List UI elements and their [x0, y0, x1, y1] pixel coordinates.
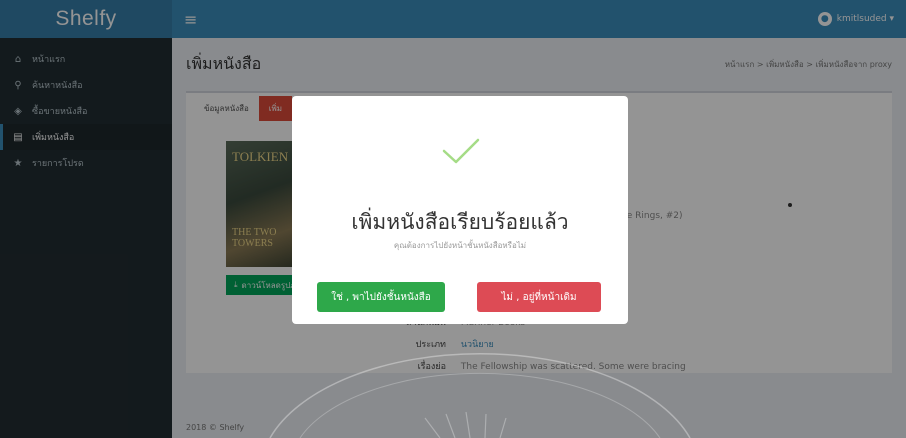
- stay-on-page-button[interactable]: ไม่ , อยู่ที่หน้าเดิม: [477, 282, 601, 312]
- dialog-subtitle: คุณต้องการไปยังหน้าชั้นหนังสือหรือไม่: [393, 241, 527, 250]
- go-to-shelf-button[interactable]: ใช่ , พาไปยังชั้นหนังสือ: [317, 282, 445, 312]
- success-dialog: เพิ่มหนังสือเรียบร้อยแล้ว คุณต้องการไปยั…: [292, 96, 628, 324]
- check-icon: [442, 138, 480, 164]
- dialog-title: เพิ่มหนังสือเรียบร้อยแล้ว: [351, 210, 569, 234]
